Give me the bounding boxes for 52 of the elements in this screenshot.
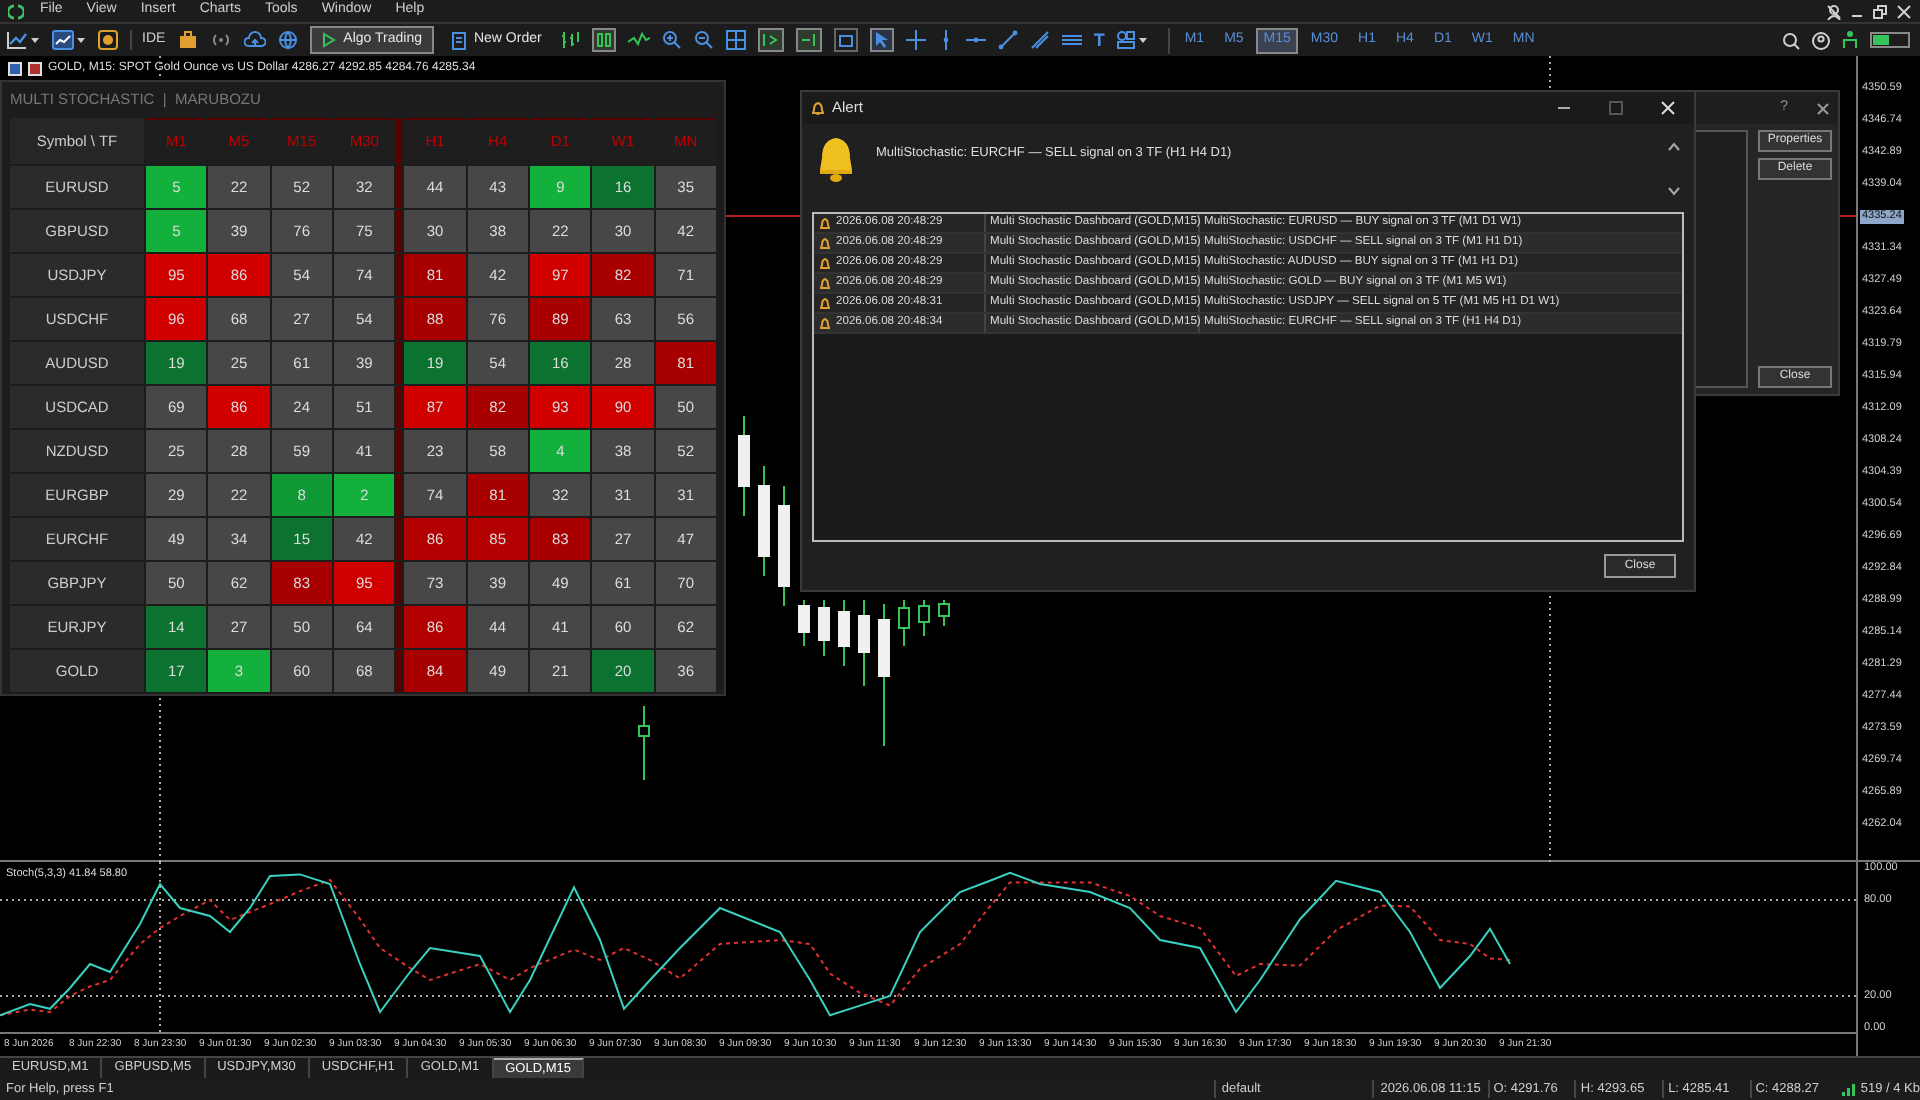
shapes-icon[interactable]	[1116, 30, 1137, 50]
close-icon[interactable]	[1816, 101, 1830, 115]
connection-bar-icon[interactable]	[1870, 32, 1910, 48]
candlestick	[878, 603, 890, 747]
document-icon	[451, 31, 466, 49]
candlestick	[938, 599, 950, 627]
close-icon[interactable]	[1896, 3, 1912, 19]
app-logo-icon	[8, 3, 24, 19]
scroll-down-icon[interactable]	[1668, 186, 1680, 196]
candlestick	[638, 705, 650, 781]
signal-person-icon[interactable]	[1842, 30, 1858, 50]
play-icon	[321, 32, 336, 48]
chart-window-icon[interactable]	[52, 30, 74, 50]
bar-chart-icon[interactable]	[559, 30, 580, 50]
bell-icon	[816, 136, 856, 184]
candlestick	[918, 599, 930, 637]
signal-bars-icon	[1842, 1082, 1857, 1096]
autoscroll-icon[interactable]	[757, 28, 784, 52]
bell-icon	[812, 101, 824, 115]
restore-icon[interactable]	[1872, 3, 1888, 19]
candlestick	[898, 599, 910, 647]
candlestick	[838, 599, 850, 667]
text-tool-button[interactable]: T	[1093, 31, 1105, 49]
search-icon[interactable]	[1782, 31, 1800, 49]
trendline-icon[interactable]	[997, 30, 1018, 50]
candlestick	[858, 599, 870, 687]
candlestick-icon[interactable]	[591, 28, 616, 52]
chart-shift-icon[interactable]	[795, 28, 822, 52]
globe-icon[interactable]	[277, 30, 298, 50]
crosshair-icon[interactable]	[905, 30, 926, 50]
user-off-icon[interactable]	[1826, 3, 1842, 19]
symbol-icon	[8, 62, 22, 76]
line-wave-icon[interactable]	[627, 30, 650, 50]
scroll-up-icon[interactable]	[1668, 142, 1680, 152]
channel-icon[interactable]	[1061, 30, 1082, 50]
screenshot-icon[interactable]	[833, 28, 858, 52]
candlestick	[778, 485, 790, 607]
candlestick	[798, 599, 810, 647]
grid-icon[interactable]	[725, 30, 746, 50]
cursor-icon[interactable]	[869, 28, 894, 52]
candlestick	[738, 415, 750, 517]
line-chart-icon[interactable]	[6, 30, 28, 50]
radio-waves-icon[interactable]	[209, 30, 232, 50]
chart-type-icon	[28, 62, 42, 76]
account-icon[interactable]	[1812, 31, 1830, 49]
zoom-out-icon[interactable]	[693, 30, 714, 50]
candlestick	[818, 599, 830, 657]
cloud-icon[interactable]	[243, 30, 266, 50]
candlestick	[758, 465, 770, 577]
zoom-in-icon[interactable]	[661, 30, 682, 50]
briefcase-icon[interactable]	[177, 30, 198, 50]
coin-icon[interactable]	[98, 30, 118, 50]
